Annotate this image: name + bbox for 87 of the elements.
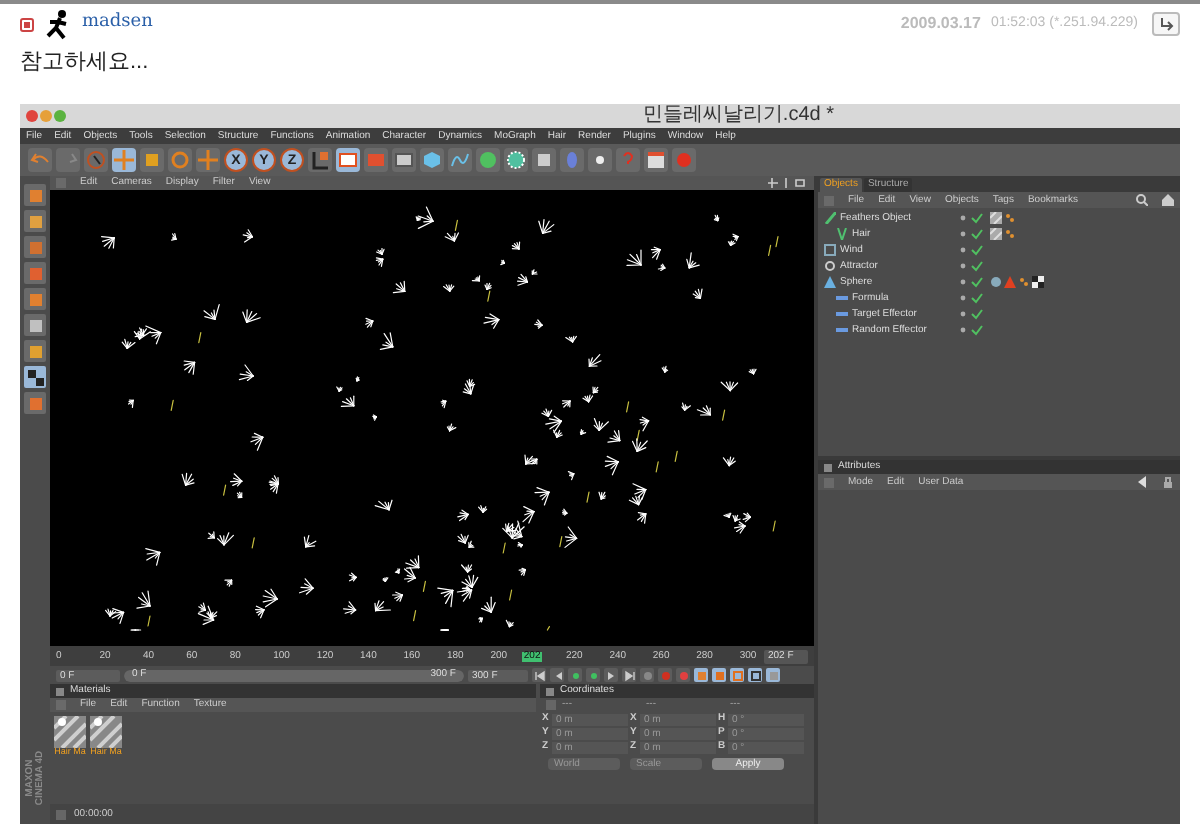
circle-icon [824, 260, 836, 272]
record-button[interactable] [658, 668, 672, 682]
coordinate-system-icon [310, 150, 330, 170]
move-icon [114, 150, 134, 170]
render-settings-icon [394, 150, 414, 170]
lock-icon [1162, 476, 1174, 488]
author-name[interactable]: madsen [82, 10, 153, 38]
visibility-check-icon [960, 228, 984, 240]
spline-button[interactable] [448, 148, 472, 172]
record-icon [659, 669, 671, 681]
cube-icon [422, 150, 442, 170]
checker-tag-icon [1032, 276, 1044, 288]
keyframe-icon [641, 669, 653, 681]
select-icon [86, 150, 106, 170]
scale-key-icon [713, 669, 725, 681]
visibility-check-icon [960, 292, 984, 304]
view-controls-icon [768, 178, 808, 188]
render-settings-button[interactable] [392, 148, 416, 172]
position-key-icon [695, 669, 707, 681]
reply-arrow-icon [1158, 16, 1174, 32]
move-button[interactable] [112, 148, 136, 172]
point-level-key-icon [767, 669, 779, 681]
post-date: 2009.03.17 [900, 12, 981, 36]
rotation-key-icon [731, 669, 743, 681]
checker-button[interactable] [24, 366, 46, 388]
material-swatch-icon [54, 716, 86, 748]
rotate-icon [170, 150, 190, 170]
feather-icon [824, 212, 836, 224]
dots-tag-icon [1018, 276, 1030, 288]
keyframe-button[interactable] [640, 668, 654, 682]
first-frame-button[interactable] [532, 668, 546, 682]
scale-button[interactable] [140, 148, 164, 172]
previous-frame-button[interactable] [550, 668, 564, 682]
play-backwards-button[interactable] [568, 668, 582, 682]
sphere-tag-icon [990, 276, 1002, 288]
reply-button[interactable] [1152, 12, 1180, 36]
select-button[interactable] [84, 148, 108, 172]
render-view-button[interactable] [336, 148, 360, 172]
visibility-check-icon [960, 324, 984, 336]
panel-grip-icon [56, 178, 66, 188]
spline-icon [450, 150, 470, 170]
hair-icon [836, 228, 848, 240]
help-icon [618, 150, 638, 170]
badge-icon [20, 17, 34, 31]
cone-tag-icon [1004, 276, 1016, 288]
box-icon [824, 244, 836, 256]
post-body: 참고하세요... [18, 48, 151, 78]
visibility-check-icon [960, 308, 984, 320]
window-button[interactable] [644, 148, 668, 172]
play-icon [587, 669, 599, 681]
redo-button[interactable] [56, 148, 80, 172]
render-icon [366, 150, 386, 170]
autokey-icon [677, 669, 689, 681]
next-frame-button[interactable] [604, 668, 618, 682]
window-title: 민들레씨날리기.c4d * [642, 106, 834, 126]
last-frame-button[interactable] [622, 668, 636, 682]
undo-button[interactable] [28, 148, 52, 172]
axis-icon [198, 150, 218, 170]
position-key-button[interactable] [694, 668, 708, 682]
last-frame-icon [623, 669, 635, 681]
autokey-button[interactable] [676, 668, 690, 682]
panel-grip-icon [824, 195, 834, 205]
visibility-check-icon [960, 244, 984, 256]
rotate-button[interactable] [168, 148, 192, 172]
scale-key-button[interactable] [712, 668, 726, 682]
back-arrow-icon [1136, 476, 1148, 488]
axis-button[interactable] [196, 148, 220, 172]
search-icon [1136, 194, 1148, 206]
render-view-icon [338, 150, 358, 170]
play-backwards-icon [569, 669, 581, 681]
status-icon [56, 809, 66, 819]
material-tag-icon [990, 228, 1002, 240]
record-icon [674, 150, 694, 170]
first-frame-icon [533, 669, 545, 681]
play-button[interactable] [586, 668, 600, 682]
visibility-check-icon [960, 260, 984, 272]
triangle-icon [824, 276, 836, 288]
checker-icon [27, 369, 43, 385]
window-icon [646, 150, 666, 170]
cube-button[interactable] [420, 148, 444, 172]
visibility-check-icon [960, 212, 984, 224]
coordinate-system-button[interactable] [308, 148, 332, 172]
visibility-check-icon [960, 276, 984, 288]
material-swatch-icon [90, 716, 122, 748]
scale-icon [142, 150, 162, 170]
material-tag-icon [990, 212, 1002, 224]
parameter-key-button[interactable] [748, 668, 762, 682]
